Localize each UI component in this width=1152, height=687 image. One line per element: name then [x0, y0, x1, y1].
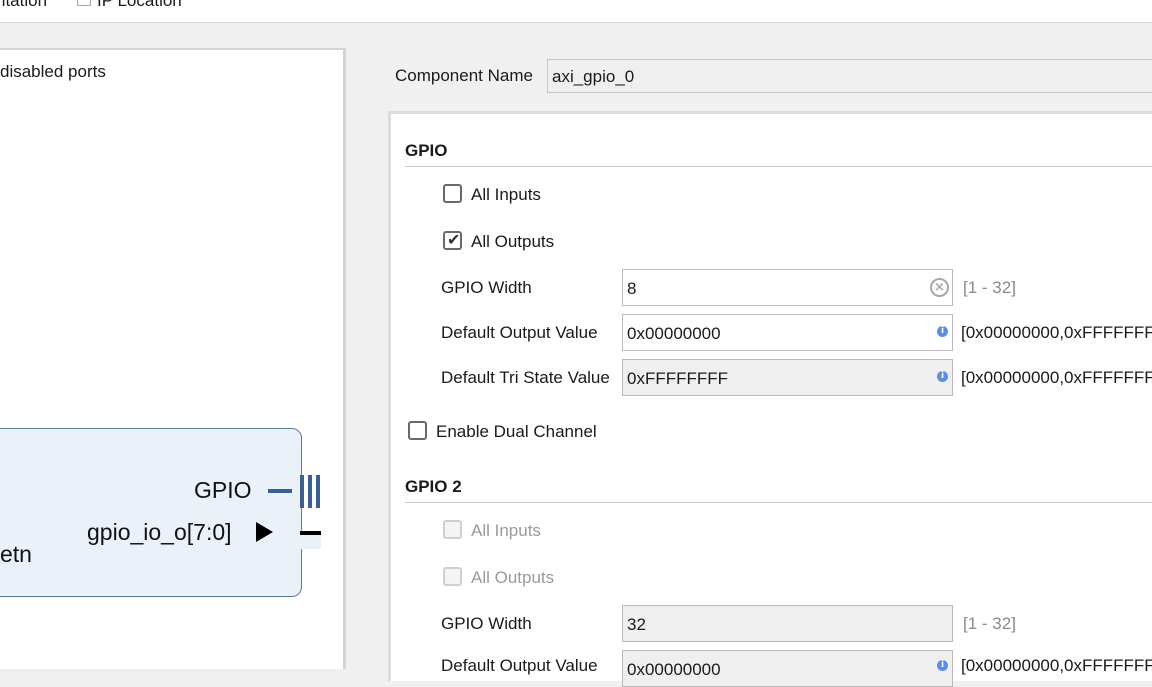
default-tri-state-range: [0x00000000,0xFFFFFFFF	[961, 368, 1152, 387]
gpio2-all-outputs-checkbox[interactable]	[443, 567, 462, 586]
gpio-all-outputs-label: All Outputs	[471, 232, 555, 251]
gpio2-width-label: GPIO Width	[441, 614, 532, 633]
gpio2-width-range: [1 - 32]	[963, 614, 1016, 633]
info-icon[interactable]: i	[937, 371, 948, 382]
component-name-field[interactable]: axi_gpio_0	[547, 59, 1152, 93]
gpio-io-o-port-line[interactable]	[300, 531, 321, 535]
gpio2-section-title: GPIO 2	[405, 477, 462, 496]
gpio2-default-output-range: [0x00000000,0xFFFFFFFF	[961, 656, 1152, 675]
gpio2-width-field[interactable]: 32	[622, 605, 953, 642]
gpio-interface-stub	[268, 489, 292, 493]
gpio-width-field[interactable]: 8	[622, 269, 953, 306]
ip-location-checkbox[interactable]	[77, 0, 91, 6]
gpio-width-label: GPIO Width	[441, 278, 532, 297]
gpio-section-divider	[405, 166, 1152, 167]
gpio2-section-divider	[405, 502, 1152, 503]
show-disabled-ports-label: disabled ports	[0, 62, 106, 81]
gpio2-default-output-label: Default Output Value	[441, 656, 598, 675]
output-arrow-icon	[256, 522, 273, 542]
default-tri-state-label: Default Tri State Value	[441, 368, 610, 387]
default-output-value-field[interactable]: 0x00000000	[622, 314, 953, 351]
clear-icon[interactable]: ×	[930, 278, 949, 297]
gpio2-all-outputs-label: All Outputs	[471, 568, 555, 587]
enable-dual-channel-label: Enable Dual Channel	[436, 422, 597, 441]
gpio-bus-bar-3	[316, 475, 320, 508]
gpio-bus-bar-2	[308, 475, 312, 508]
default-output-value-label: Default Output Value	[441, 323, 598, 342]
gpio-bus-icon[interactable]	[300, 475, 304, 508]
gpio-all-outputs-checkbox[interactable]: ✔	[443, 231, 462, 250]
gpio-width-range: [1 - 32]	[963, 278, 1016, 297]
top-options-bar: ntation IP Location	[0, 0, 1152, 23]
check-icon: ✔	[447, 232, 461, 249]
top-option-label: ntation	[0, 0, 48, 10]
default-output-value-range: [0x00000000,0xFFFFFFFF	[961, 323, 1152, 342]
gpio2-all-inputs-checkbox[interactable]	[443, 520, 462, 539]
info-icon[interactable]: i	[937, 326, 948, 337]
resetn-port-label: etn	[0, 541, 32, 567]
ip-symbol-block[interactable]	[0, 428, 302, 597]
ip-location-label: IP Location	[97, 0, 182, 10]
gpio-section-title: GPIO	[405, 141, 448, 160]
info-icon[interactable]: i	[937, 660, 948, 671]
gpio2-all-inputs-label: All Inputs	[471, 521, 541, 540]
component-name-label: Component Name	[395, 66, 533, 85]
gpio-io-o-port-label: gpio_io_o[7:0]	[87, 519, 232, 545]
gpio-all-inputs-label: All Inputs	[471, 185, 541, 204]
default-tri-state-field[interactable]: 0xFFFFFFFF	[622, 359, 953, 396]
gpio-all-inputs-checkbox[interactable]	[443, 184, 462, 203]
port-shadow	[300, 535, 321, 549]
enable-dual-channel-checkbox[interactable]	[408, 421, 427, 440]
gpio-port-label: GPIO	[194, 477, 252, 503]
